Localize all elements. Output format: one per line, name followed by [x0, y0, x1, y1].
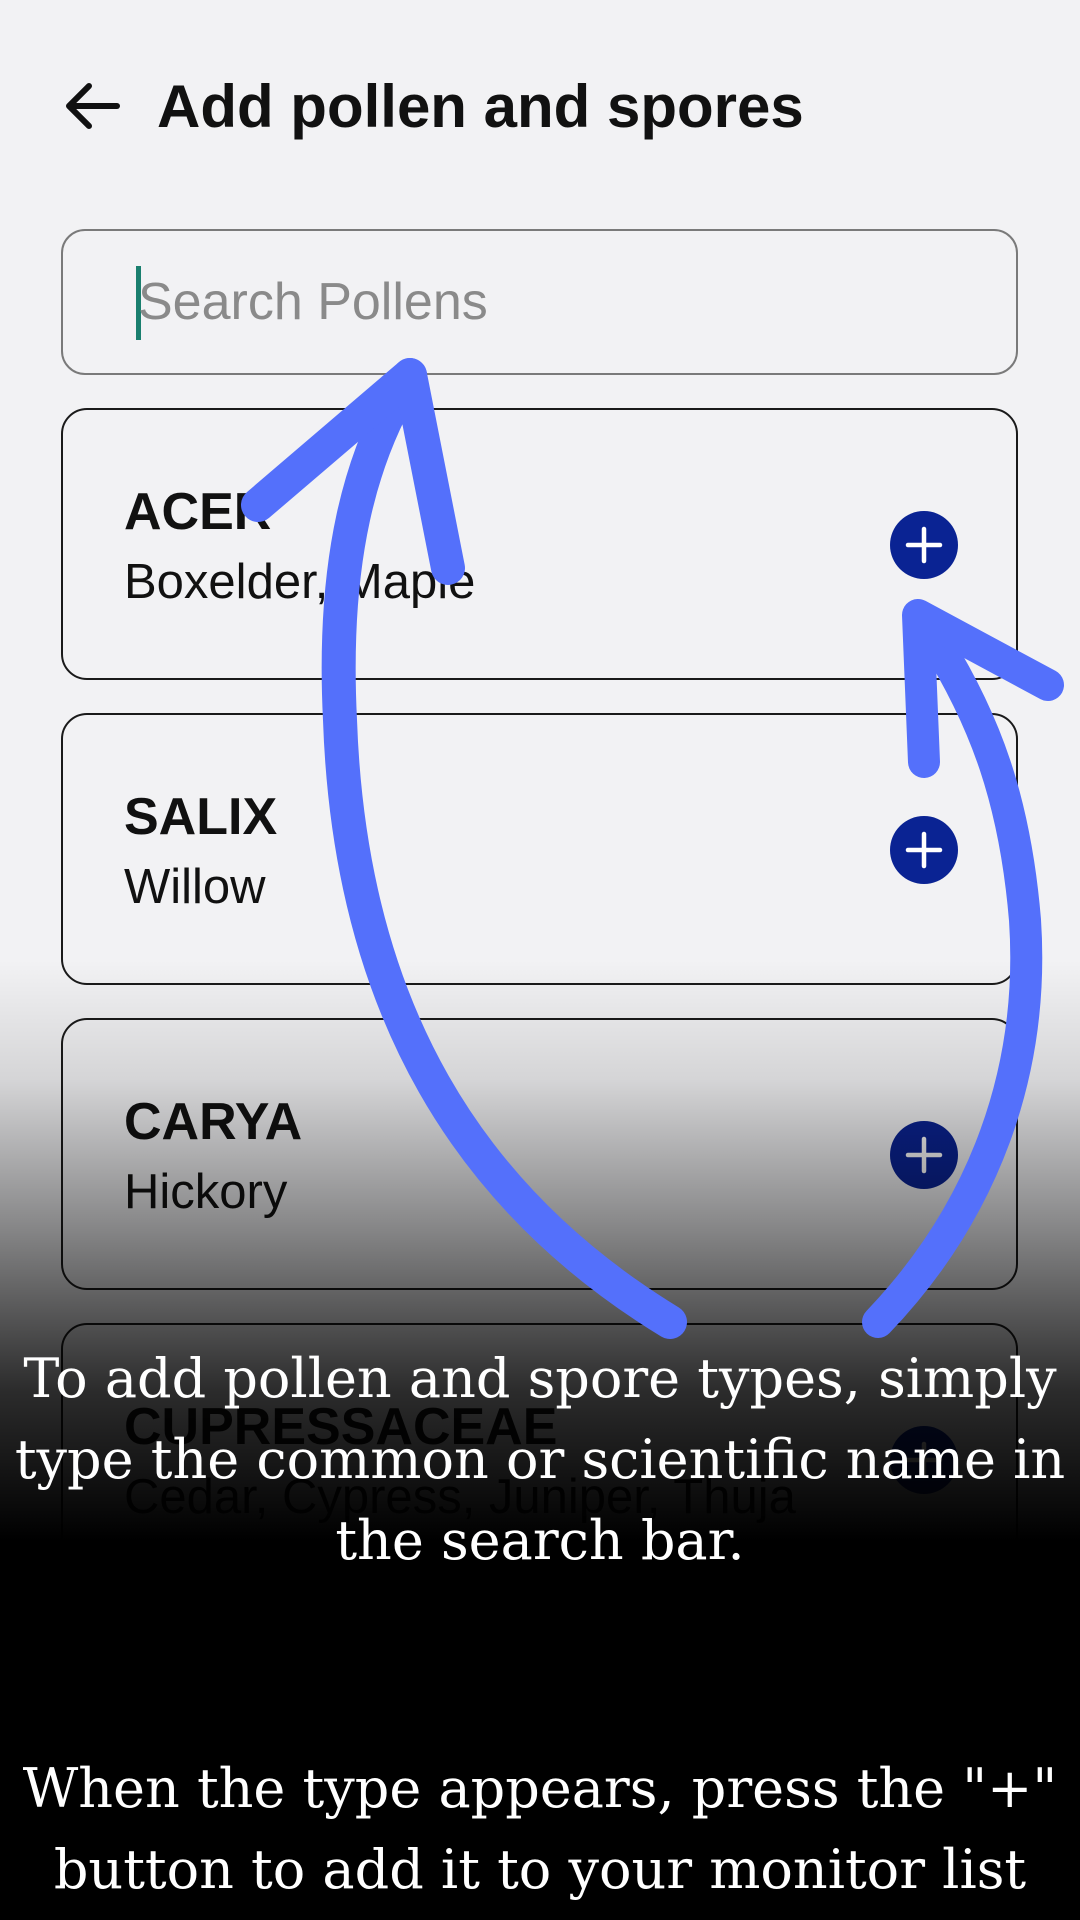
add-pollen-button[interactable]: [890, 511, 958, 579]
plus-circle-icon: [905, 526, 943, 564]
pollen-card-salix: SALIX Willow: [61, 713, 1018, 985]
tutorial-instruction-add: When the type appears, press the "+" but…: [22, 1757, 1058, 1901]
pollen-common-name: Hickory: [124, 1165, 288, 1219]
pollen-card-carya: CARYA Hickory: [61, 1018, 1018, 1290]
pollen-scientific-name: ACER: [124, 483, 272, 541]
pollen-card-acer: ACER Boxelder, Maple: [61, 408, 1018, 680]
pollen-common-name: Boxelder, Maple: [124, 555, 476, 609]
pollen-scientific-name: CARYA: [124, 1093, 303, 1151]
add-pollen-button[interactable]: [890, 816, 958, 884]
tutorial-instruction-search: To add pollen and spore types, simply ty…: [14, 1347, 1066, 1572]
add-pollen-button[interactable]: [890, 1121, 958, 1189]
pollen-list: ACER Boxelder, Maple SALIX Willow CARYA …: [0, 0, 1080, 1920]
plus-circle-icon: [905, 831, 943, 869]
pollen-common-name: Willow: [124, 860, 266, 914]
pollen-scientific-name: SALIX: [124, 788, 278, 846]
plus-circle-icon: [905, 1136, 943, 1174]
